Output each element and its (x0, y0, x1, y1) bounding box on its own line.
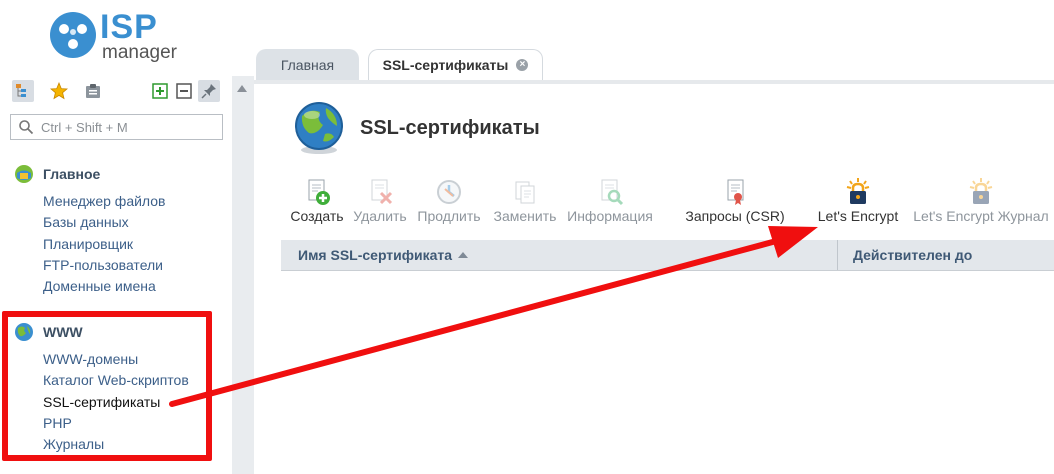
toolbar-label: Удалить (353, 208, 407, 224)
menu-search-field[interactable] (10, 114, 223, 140)
sidebar-item-www-domains[interactable]: WWW-домены (43, 349, 189, 370)
delete-icon (350, 177, 410, 207)
sidebar-item-ftp-users[interactable]: FTP-пользователи (43, 255, 166, 276)
renew-icon (414, 177, 484, 207)
www-globe-icon (14, 322, 34, 342)
csr-icon (682, 177, 788, 207)
sidebar-item-php[interactable]: PHP (43, 413, 189, 434)
sidebar-item-databases[interactable]: Базы данных (43, 212, 166, 233)
toolbar-label: Информация (567, 208, 653, 224)
menu-group-www: WWW WWW-домены Каталог Web-скриптов SSL-… (14, 322, 189, 455)
toolbar-label: Let's Encrypt (817, 208, 899, 224)
search-icon (18, 119, 34, 138)
page-title: SSL-сертификаты (360, 116, 540, 139)
toolbar-label: Продлить (417, 208, 481, 224)
favorites-star-icon[interactable] (48, 80, 70, 102)
clipboard-icon[interactable] (82, 80, 104, 102)
menu-group-main: Главное Менеджер файлов Базы данных План… (14, 164, 166, 297)
sidebar-scrollbar[interactable] (232, 76, 254, 474)
collapse-all-icon[interactable] (173, 80, 195, 102)
sidebar-item-web-scripts-catalog[interactable]: Каталог Web-скриптов (43, 370, 189, 391)
table-header: Имя SSL-сертификата Действителен до (281, 240, 1054, 271)
renew-button[interactable]: Продлить (414, 177, 484, 227)
toolbar-label: Let's Encrypt Журнал (913, 208, 1049, 224)
menu-group-header-main[interactable]: Главное (14, 164, 166, 184)
tab-close-icon[interactable]: × (516, 59, 529, 71)
page-header: SSL-сертификаты (290, 98, 540, 158)
column-header-certificate-name[interactable]: Имя SSL-сертификата (298, 240, 469, 270)
toolbar: Создать Удалить Продлить Заменить Информ… (284, 177, 1054, 227)
info-icon (565, 177, 655, 207)
column-header-label: Имя SSL-сертификата (298, 247, 453, 263)
tab-home[interactable]: Главная (256, 49, 359, 80)
globe-page-icon (290, 98, 348, 159)
sidebar: Главное Менеджер файлов Базы данных План… (0, 76, 232, 474)
sidebar-toolbar (12, 80, 226, 106)
logo-text-manager: manager (102, 42, 177, 63)
menu-group-title: WWW (43, 324, 83, 340)
pin-icon[interactable] (198, 80, 220, 102)
menu-group-title: Главное (43, 166, 101, 182)
main-content: SSL-сертификаты Создать Удалить Продлить… (254, 84, 1054, 474)
tab-ssl-certificates[interactable]: SSL-сертификаты × (368, 49, 543, 80)
sort-ascending-icon (458, 252, 469, 259)
sidebar-item-domain-names[interactable]: Доменные имена (43, 276, 166, 297)
lock-log-icon (910, 177, 1052, 207)
column-header-valid-until[interactable]: Действителен до (837, 240, 972, 270)
expand-all-icon[interactable] (149, 80, 171, 102)
logo-mark (50, 12, 96, 58)
menu-group-header-www[interactable]: WWW (14, 322, 189, 342)
lets-encrypt-button[interactable]: Let's Encrypt (814, 177, 902, 227)
lock-icon (814, 177, 902, 207)
replace-icon (491, 177, 559, 207)
search-input[interactable] (41, 119, 216, 135)
tab-bar: Главная SSL-сертификаты × (254, 46, 1054, 84)
replace-button[interactable]: Заменить (491, 177, 559, 227)
sidebar-item-scheduler[interactable]: Планировщик (43, 234, 166, 255)
home-globe-icon (14, 164, 34, 184)
tree-view-icon[interactable] (12, 80, 34, 102)
toolbar-label: Заменить (493, 208, 557, 224)
isp-manager-logo: ISP manager (50, 8, 190, 64)
tab-label: SSL-сертификаты (382, 57, 509, 73)
create-icon (287, 177, 347, 207)
sidebar-item-ssl-certificates[interactable]: SSL-сертификаты (43, 392, 189, 413)
toolbar-label: Создать (290, 208, 344, 224)
tab-label: Главная (280, 56, 335, 73)
toolbar-label: Запросы (CSR) (685, 208, 785, 224)
create-button[interactable]: Создать (287, 177, 347, 227)
csr-requests-button[interactable]: Запросы (CSR) (682, 177, 788, 227)
column-header-label: Действителен до (853, 247, 973, 263)
info-button[interactable]: Информация (565, 177, 655, 227)
scroll-up-arrow-icon[interactable] (237, 85, 247, 92)
lets-encrypt-log-button[interactable]: Let's Encrypt Журнал (910, 177, 1052, 227)
delete-button[interactable]: Удалить (350, 177, 410, 227)
sidebar-item-file-manager[interactable]: Менеджер файлов (43, 191, 166, 212)
sidebar-item-logs[interactable]: Журналы (43, 434, 189, 455)
